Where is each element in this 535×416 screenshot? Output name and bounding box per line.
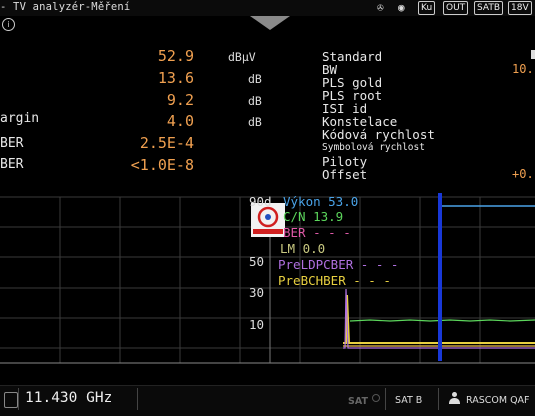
- bch-ber-label: BER: [0, 157, 24, 172]
- y-tick-10: 10: [249, 317, 265, 332]
- menu-icon[interactable]: [4, 392, 18, 408]
- output-badge: OUT: [443, 1, 469, 15]
- param-offset-value: +0.: [512, 167, 534, 181]
- ldpc-ber-value: 2.5E-4: [139, 134, 194, 152]
- y-tick-50: 50: [249, 254, 265, 269]
- divider: [18, 388, 19, 410]
- y-tick-90: 90d: [249, 194, 272, 209]
- sat-badge: SATB: [474, 1, 504, 15]
- legend-prebchber: PreBCHBER - - -: [278, 273, 391, 288]
- signal-dot-icon: [372, 394, 380, 402]
- chevron-down-icon[interactable]: [250, 16, 290, 30]
- level-value: 52.9: [157, 47, 194, 65]
- time-cursor[interactable]: [438, 193, 442, 361]
- divider: [438, 388, 439, 410]
- y-tick-30: 30: [249, 285, 265, 300]
- param-offset: Offset: [322, 167, 368, 182]
- record-icon: ◉: [398, 1, 405, 14]
- legend-ber: BER - - -: [283, 225, 351, 240]
- margin-label: argin: [0, 111, 40, 126]
- cn-unit: dB: [248, 72, 262, 86]
- voltage-badge: 18V: [508, 1, 532, 15]
- band-badge: Ku: [418, 1, 436, 15]
- info-icon[interactable]: i: [2, 18, 15, 31]
- satellite-name[interactable]: RASCOM QAF: [466, 395, 530, 406]
- legend-preldpcber: PreLDPCBER - - -: [278, 257, 399, 272]
- param-code-rate: Kódová rychlost: [322, 127, 435, 142]
- margin-value: 4.0: [166, 112, 194, 130]
- param-bw-value: 10.: [512, 62, 534, 76]
- cn-value: 13.6: [157, 69, 194, 87]
- divider: [137, 388, 138, 410]
- window-title: - TV analyzér-Měření: [0, 1, 131, 13]
- mer-value: 9.2: [166, 91, 194, 109]
- legend-level: Výkon 53.0: [283, 194, 359, 209]
- level-unit: dBμV: [228, 50, 256, 64]
- sat-logo: SAT: [348, 396, 368, 407]
- margin-unit: dB: [248, 115, 262, 129]
- user-icon: [449, 392, 460, 405]
- frequency-display[interactable]: 11.430 GHz: [25, 390, 112, 406]
- measurement-graph: [0, 193, 535, 370]
- divider: [385, 388, 386, 410]
- legend-cn: C/N 13.9: [283, 209, 344, 224]
- sat-label[interactable]: SAT B: [395, 395, 422, 406]
- legend-lm: LM 0.0: [280, 241, 326, 256]
- ldpc-ber-label: BER: [0, 136, 24, 151]
- satellite-icon: ✇: [377, 1, 384, 14]
- param-symbol-rate: Symbolová rychlost: [322, 142, 425, 153]
- bch-ber-value: <1.0E-8: [130, 156, 194, 174]
- mer-unit: dB: [248, 94, 262, 108]
- param-edge-marker: [531, 50, 535, 59]
